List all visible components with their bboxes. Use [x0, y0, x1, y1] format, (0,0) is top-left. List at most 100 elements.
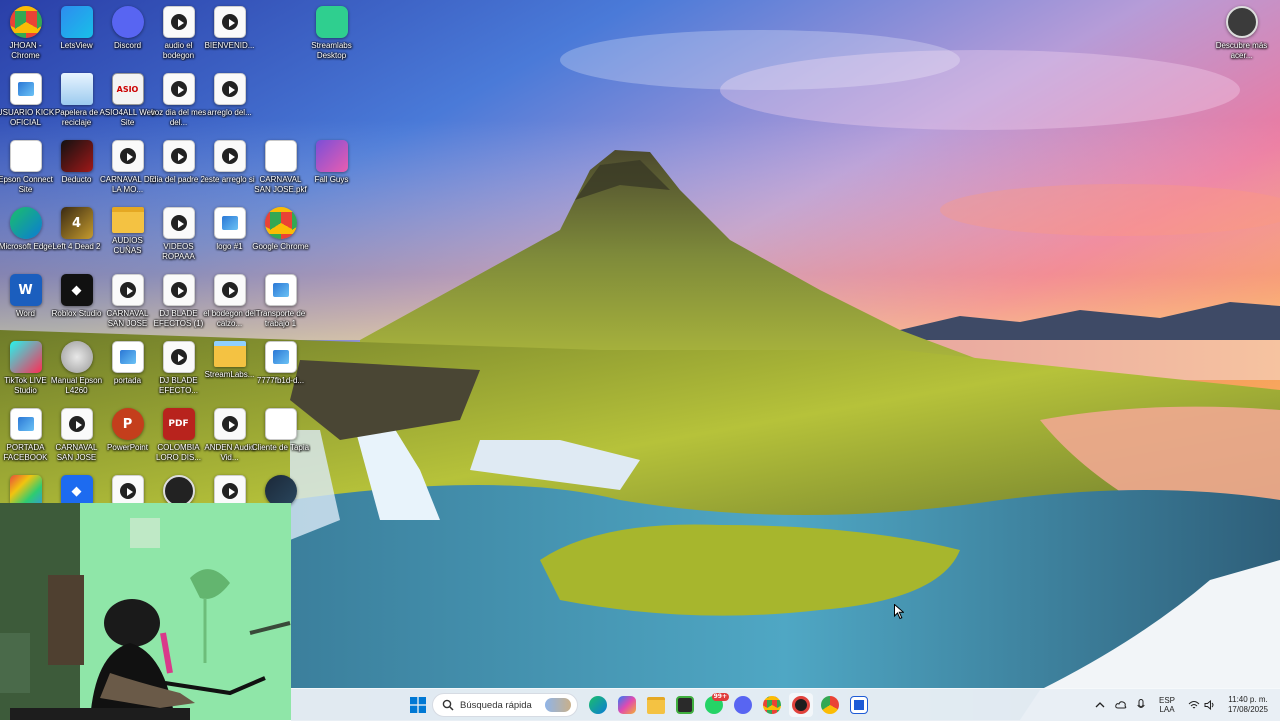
chrome-profile-icon [821, 696, 839, 714]
desktop-icon[interactable]: LetsView [51, 2, 102, 68]
edge-icon [9, 207, 42, 239]
desktop-icon[interactable]: StreamLabs... [204, 337, 255, 403]
desktop-icon[interactable]: 4 Left 4 Dead 2 [51, 203, 102, 269]
word-icon: W [9, 274, 42, 306]
taskbar-app[interactable] [847, 693, 871, 717]
keyboard-layout: LAA [1159, 705, 1175, 714]
taskbar-file-explorer[interactable] [644, 693, 668, 717]
taskbar-discord[interactable] [731, 693, 755, 717]
desktop-icon[interactable]: Papelera de reciclaje [51, 69, 102, 135]
wifi-icon [1188, 701, 1200, 709]
language-code: ESP [1159, 696, 1176, 705]
desktop-icon[interactable]: Epson Connect Site [0, 136, 53, 202]
taskbar-edge[interactable] [586, 693, 610, 717]
desktop-icon[interactable]: ◆ Roblox Studio [51, 270, 102, 336]
desktop-icon[interactable]: CARNAVAL SAN JOSE [102, 270, 153, 336]
search-placeholder: Búsqueda rápida [460, 699, 532, 711]
video-file-icon [111, 274, 144, 306]
record-icon [792, 696, 810, 714]
desktop-icon[interactable]: 7777fb1d-d... [255, 337, 306, 403]
streamlabs-icon [315, 6, 348, 38]
desktop-icon[interactable]: voz dia del mes del... [151, 69, 206, 135]
folder-icon [647, 696, 665, 714]
desktop-icon[interactable]: este arreglo si [204, 136, 255, 202]
video-file-icon [162, 6, 195, 38]
desktop-icon[interactable]: BIENVENID... [204, 2, 255, 68]
desktop-icon[interactable]: VIDEOS ROPAAA [153, 203, 204, 269]
video-file-icon [60, 408, 93, 440]
speaker-icon [1204, 700, 1214, 710]
taskbar-chrome[interactable] [760, 693, 784, 717]
tray-network[interactable] [1188, 689, 1200, 721]
cloud-icon [1115, 701, 1127, 709]
taskbar-streamlabs[interactable] [789, 693, 813, 717]
desktop-icon-label: Fall Guys [314, 175, 349, 184]
desktop-icon[interactable]: Fall Guys [306, 136, 357, 202]
desktop-icon[interactable]: el bodegon del calzo... [203, 270, 256, 336]
desktop-icon[interactable]: ANDEN Audio Vid... [204, 404, 255, 470]
folder-icon [111, 207, 144, 233]
desktop-icon[interactable]: Microsoft Edge [0, 203, 52, 269]
desktop-icon[interactable]: PDF COLOMBIA LORO DIS... [153, 404, 204, 470]
desktop-icon[interactable]: JHOAN - Chrome [0, 2, 51, 68]
search-highlight-icon [545, 698, 571, 712]
desktop-icon[interactable]: P PowerPoint [102, 404, 153, 470]
discover-icon [1225, 6, 1258, 38]
desktop-icon[interactable]: Streamlabs Desktop [306, 2, 357, 68]
desktop-icon[interactable]: AUDIOS CUÑAS [102, 203, 153, 269]
taskbar-chrome-profile[interactable] [818, 693, 842, 717]
desktop-icon[interactable]: arreglo del... [204, 69, 255, 135]
desktop-icon[interactable]: ASIO ASIO4ALL Web Site [99, 69, 156, 135]
copilot-icon [618, 696, 636, 714]
chrome-icon [9, 6, 42, 38]
desktop-icon[interactable]: PORTADA FACEBOOK [0, 404, 51, 470]
desktop-icon[interactable]: DJ BLADE EFECTO... [153, 337, 204, 403]
video-file-icon [213, 274, 246, 306]
desktop-icon[interactable]: CARNAVAL DE LA MO... [100, 136, 155, 202]
desktop-icon[interactable]: Discord [102, 2, 153, 68]
video-file-icon [111, 140, 144, 172]
desktop-icon[interactable]: logo #1 [204, 203, 255, 269]
taskbar-xbox[interactable] [673, 693, 697, 717]
desktop-icon[interactable]: Manual Epson L4260 [51, 337, 102, 403]
taskbar-search[interactable]: Búsqueda rápida [432, 693, 578, 717]
video-file-icon [213, 6, 246, 38]
desktop-icon[interactable]: Transporte de trabajo 1 [255, 270, 306, 336]
desktop-icon[interactable]: dia del padre 2 [152, 136, 205, 202]
desktop-icon[interactable]: USUARIO KICK OFICIAL [0, 69, 54, 135]
desktop-icon[interactable]: W Word [0, 270, 51, 336]
desktop-icon[interactable]: Deducto [51, 136, 102, 202]
game-bar-icon [676, 696, 694, 714]
start-button[interactable] [406, 693, 430, 717]
taskbar: Búsqueda rápida 99+ ESP LAA 11:40 p. m. … [291, 688, 1280, 721]
video-file-icon [213, 408, 246, 440]
language-indicator[interactable]: ESP LAA [1159, 689, 1175, 721]
desktop-icon[interactable]: DJ BLADE EFECTOS (1) [153, 270, 204, 336]
desktop-icon[interactable]: Google Chrome [252, 203, 309, 269]
recycle-bin-icon [60, 73, 93, 105]
video-file-icon [213, 140, 246, 172]
show-hidden-icons[interactable] [1095, 689, 1105, 721]
tray-onedrive[interactable] [1115, 689, 1127, 721]
desktop-icon[interactable]: audio el bodegon [153, 2, 204, 68]
clock[interactable]: 11:40 p. m. 17/08/2025 [1223, 689, 1273, 721]
desktop-icon[interactable]: Cliente de Tapia [252, 404, 309, 470]
roblox-studio-icon: ◆ [60, 274, 93, 306]
desktop-icon[interactable]: CARNAVAL SAN JOSE.pkf [254, 136, 307, 202]
taskbar-whatsapp[interactable]: 99+ [702, 693, 729, 717]
video-file-icon [213, 73, 246, 105]
desktop-icon[interactable]: CARNAVAL SAN JOSE [51, 404, 102, 470]
tray-volume[interactable] [1204, 689, 1216, 721]
taskbar-copilot[interactable] [615, 693, 639, 717]
whatsapp-badge: 99+ [711, 693, 729, 701]
tray-microphone[interactable] [1137, 689, 1145, 721]
video-file-icon [162, 73, 195, 105]
desktop-icon[interactable]: portada [102, 337, 153, 403]
image-file-icon [264, 341, 297, 373]
desktop-icon-label: 7777fb1d-d... [256, 376, 305, 385]
clock-time: 11:40 p. m. [1228, 695, 1268, 704]
desktop-icon[interactable]: TikTok LIVE Studio [0, 337, 51, 403]
pdf-icon: PDF [162, 408, 195, 440]
video-file-icon [162, 341, 195, 373]
desktop-icon[interactable]: Descubre más acer... [1216, 2, 1267, 68]
